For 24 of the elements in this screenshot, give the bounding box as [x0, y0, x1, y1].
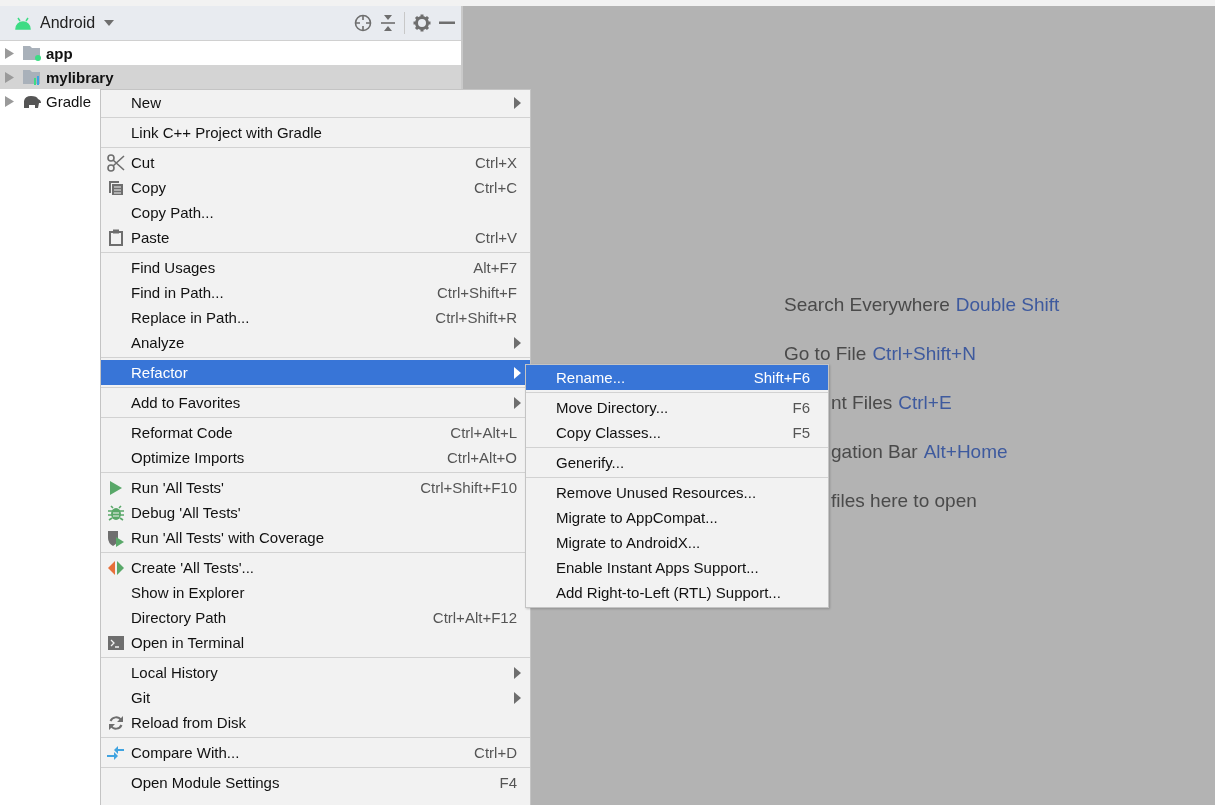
hint-text: Search Everywhere: [784, 294, 950, 317]
hint-text: gation Bar: [831, 441, 918, 464]
shortcut-text: Ctrl+X: [474, 154, 517, 171]
shortcut-text: F4: [499, 774, 517, 791]
shortcut-text: Ctrl+V: [474, 229, 517, 246]
shortcut-text: Ctrl+C: [474, 179, 517, 196]
shortcut-text: Ctrl+Alt+O: [446, 449, 517, 466]
hint-shortcut: Alt+Home: [923, 441, 1008, 464]
shortcut-text: Ctrl+D: [474, 744, 517, 761]
hint-shortcut: Ctrl+E: [898, 392, 952, 415]
hint-text: files here to open: [831, 490, 977, 513]
hint-shortcut: Double Shift: [955, 294, 1060, 317]
shortcut-text: Ctrl+Shift+F: [436, 284, 517, 301]
shortcut-text: Ctrl+Alt+F12: [432, 609, 517, 626]
shortcut-text: Ctrl+Alt+L: [450, 424, 517, 441]
shortcut-text: Shift+F6: [753, 369, 810, 386]
shortcut-text: Alt+F7: [473, 259, 517, 276]
hint-shortcut: Ctrl+Shift+N: [872, 343, 976, 366]
hint-text: nt Files: [831, 392, 893, 415]
shortcut-text: Ctrl+Shift+R: [435, 309, 517, 326]
shortcut-text: F5: [792, 424, 810, 441]
hint-text: Go to File: [784, 343, 867, 366]
shortcut-text: Ctrl+Shift+F10: [420, 479, 517, 496]
shortcut-text: F6: [792, 399, 810, 416]
